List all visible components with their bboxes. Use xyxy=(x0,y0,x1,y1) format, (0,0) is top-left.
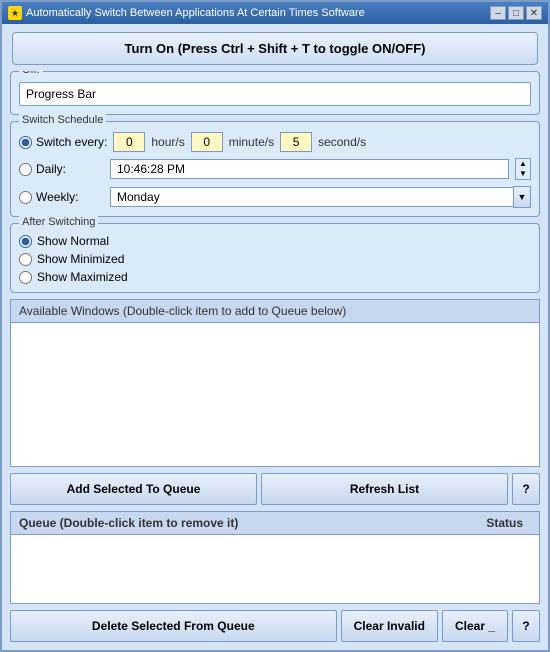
main-window: ★ Automatically Switch Between Applicati… xyxy=(0,0,550,652)
title-bar: ★ Automatically Switch Between Applicati… xyxy=(2,2,548,24)
minutes-unit: minute/s xyxy=(229,135,274,149)
available-windows-header-label: Available Windows (Double-click item to … xyxy=(19,304,346,318)
add-to-queue-button[interactable]: Add Selected To Queue xyxy=(10,473,257,505)
clear-invalid-button[interactable]: Clear Invalid xyxy=(341,610,438,642)
weekly-dropdown-container: ▼ xyxy=(110,186,531,208)
show-normal-radio[interactable] xyxy=(19,235,32,248)
weekly-dropdown-button[interactable]: ▼ xyxy=(513,186,531,208)
daily-time-input[interactable] xyxy=(110,159,509,179)
after-switching-title: After Switching xyxy=(19,216,98,228)
switch-every-label: Switch every: xyxy=(19,135,107,149)
queue-header-label: Queue (Double-click item to remove it) xyxy=(19,516,238,530)
clear-all-button[interactable]: Clear _ xyxy=(442,610,508,642)
help-button-1[interactable]: ? xyxy=(512,473,540,505)
restore-button[interactable]: □ xyxy=(508,6,524,20)
time-spinner[interactable]: ▲ ▼ xyxy=(515,158,531,180)
switch-schedule-title: Switch Schedule xyxy=(19,114,106,126)
hours-input[interactable] xyxy=(113,132,145,152)
show-maximized-label: Show Maximized xyxy=(37,270,128,284)
seconds-unit: second/s xyxy=(318,135,366,149)
available-windows-section: Available Windows (Double-click item to … xyxy=(10,299,540,467)
close-button[interactable]: ✕ xyxy=(526,6,542,20)
help-button-2[interactable]: ? xyxy=(512,610,540,642)
spinner-down[interactable]: ▼ xyxy=(516,169,530,179)
app-icon: ★ xyxy=(8,6,22,20)
daily-label: Daily: xyxy=(19,162,104,176)
queue-header: Queue (Double-click item to remove it) S… xyxy=(10,511,540,534)
weekly-row: Weekly: ▼ xyxy=(19,186,531,208)
daily-row: Daily: ▲ ▼ xyxy=(19,158,531,180)
weekly-day-input[interactable] xyxy=(110,187,513,207)
refresh-list-button[interactable]: Refresh List xyxy=(261,473,508,505)
spinner-up[interactable]: ▲ xyxy=(516,159,530,169)
queue-status-label: Status xyxy=(486,516,531,530)
queue-list[interactable] xyxy=(10,534,540,604)
available-windows-header: Available Windows (Double-click item to … xyxy=(10,299,540,322)
off-group-title: Off. xyxy=(19,71,43,76)
title-bar-left: ★ Automatically Switch Between Applicati… xyxy=(8,6,365,20)
window-title: Automatically Switch Between Application… xyxy=(26,7,365,19)
available-windows-list[interactable] xyxy=(10,322,540,467)
switch-every-radio[interactable] xyxy=(19,136,32,149)
title-bar-controls: – □ ✕ xyxy=(490,6,542,20)
seconds-input[interactable] xyxy=(280,132,312,152)
minutes-input[interactable] xyxy=(191,132,223,152)
off-group: Off. xyxy=(10,71,540,115)
minimize-button[interactable]: – xyxy=(490,6,506,20)
content-area: Off. Switch Schedule Switch every: hour/… xyxy=(2,71,548,650)
hours-unit: hour/s xyxy=(151,135,184,149)
weekly-radio[interactable] xyxy=(19,191,32,204)
weekly-label: Weekly: xyxy=(19,190,104,204)
show-normal-option[interactable]: Show Normal xyxy=(19,234,531,248)
after-switching-group: After Switching Show Normal Show Minimiz… xyxy=(10,223,540,293)
switch-every-row: Switch every: hour/s minute/s second/s xyxy=(19,132,531,152)
add-refresh-row: Add Selected To Queue Refresh List ? xyxy=(10,473,540,505)
show-normal-label: Show Normal xyxy=(37,234,109,248)
queue-section: Queue (Double-click item to remove it) S… xyxy=(10,511,540,604)
switch-schedule-content: Switch every: hour/s minute/s second/s D… xyxy=(19,132,531,208)
switch-schedule-group: Switch Schedule Switch every: hour/s min… xyxy=(10,121,540,217)
show-minimized-option[interactable]: Show Minimized xyxy=(19,252,531,266)
show-maximized-option[interactable]: Show Maximized xyxy=(19,270,531,284)
bottom-button-row: Delete Selected From Queue Clear Invalid… xyxy=(10,610,540,642)
toggle-button[interactable]: Turn On (Press Ctrl + Shift + T to toggl… xyxy=(12,32,538,65)
off-input[interactable] xyxy=(19,82,531,106)
show-minimized-label: Show Minimized xyxy=(37,252,124,266)
show-minimized-radio[interactable] xyxy=(19,253,32,266)
delete-from-queue-button[interactable]: Delete Selected From Queue xyxy=(10,610,337,642)
after-switching-content: Show Normal Show Minimized Show Maximize… xyxy=(19,234,531,284)
daily-radio[interactable] xyxy=(19,163,32,176)
show-maximized-radio[interactable] xyxy=(19,271,32,284)
